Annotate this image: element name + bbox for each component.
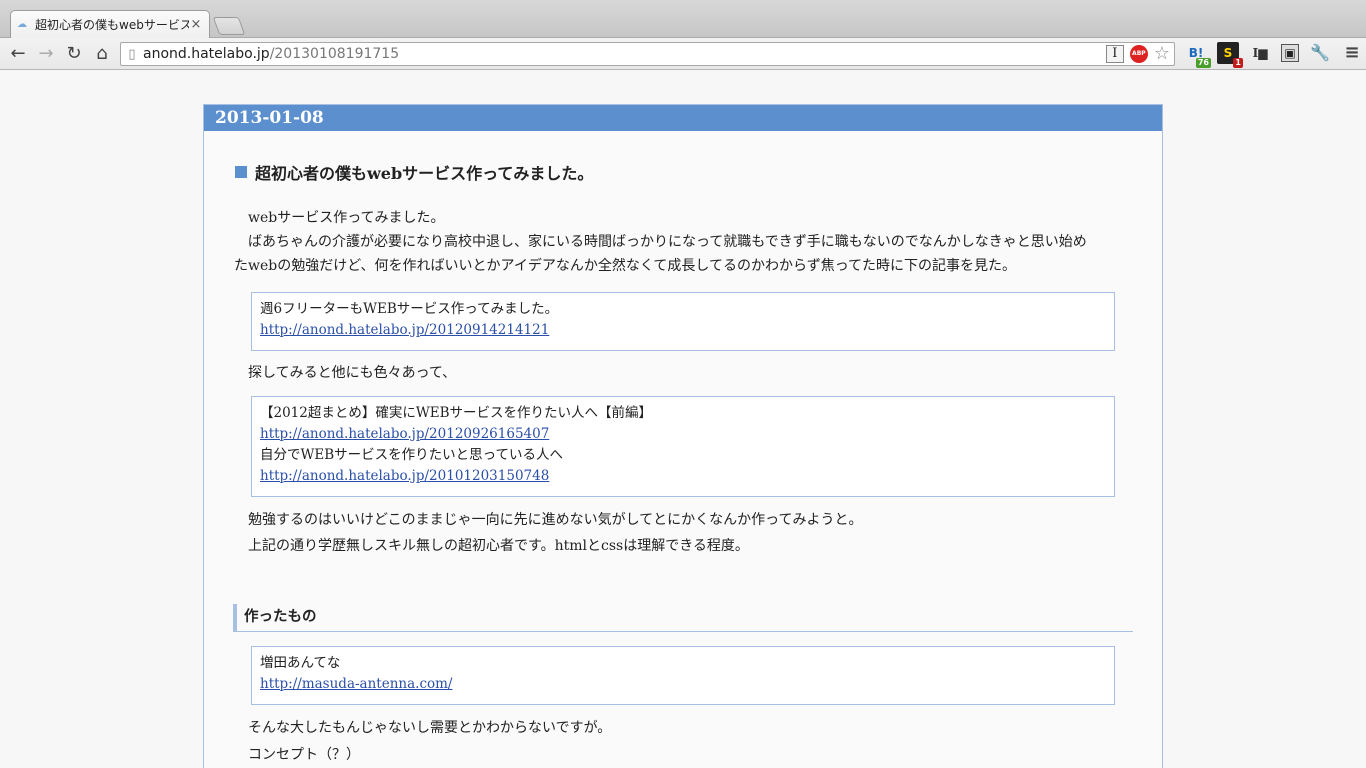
section-heading: 作ったもの bbox=[233, 604, 1133, 632]
browser-tab[interactable]: ☁ 超初心者の僕もwebサービス作 × bbox=[10, 10, 210, 38]
quote-title: 週6フリーターもWEBサービス作ってみました。 bbox=[260, 301, 559, 317]
paragraph-line: 上記の通り学歴無しスキル無しの超初心者です。htmlとcssは理解できる程度。 bbox=[248, 538, 749, 554]
s-extension-count: 1 bbox=[1233, 58, 1243, 68]
s-extension-label: S bbox=[1223, 46, 1233, 60]
quote-box-2: 【2012超まとめ】確実にWEBサービスを作りたい人へ【前編】 http://a… bbox=[251, 396, 1115, 497]
quote-title: 自分でWEBサービスを作りたいと思っている人へ bbox=[260, 447, 563, 463]
reload-icon[interactable]: ↻ bbox=[60, 40, 88, 68]
quote-title: 【2012超まとめ】確実にWEBサービスを作りたい人へ【前編】 bbox=[260, 405, 653, 421]
tab-close-icon[interactable]: × bbox=[189, 17, 203, 32]
wrench-icon[interactable]: 🔧 bbox=[1309, 42, 1331, 64]
hatena-bookmark-icon[interactable]: B! 76 bbox=[1185, 42, 1211, 68]
intro-line: たwebの勉強だけど、何を作ればいいとかアイデアなんか全然なくて成長してるのかわ… bbox=[234, 258, 1017, 274]
intro-line: ばあちゃんの介護が必要になり高校中退し、家にいる時間ばっかりになって就職もできず… bbox=[248, 234, 1087, 250]
tab-title: 超初心者の僕もwebサービス作 bbox=[35, 18, 189, 32]
date-header: 2013-01-08 bbox=[204, 105, 1162, 131]
home-icon[interactable]: ⌂ bbox=[88, 40, 116, 68]
intro-paragraph: webサービス作ってみました。 ばあちゃんの介護が必要になり高校中退し、家にいる… bbox=[234, 206, 1124, 278]
url-host: anond.hatelabo.jp bbox=[143, 46, 270, 62]
middle-paragraph: 探してみると他にも色々あって、 bbox=[248, 365, 457, 381]
hatena-favicon-icon: ☁ bbox=[17, 18, 27, 30]
paragraph-2: 勉強するのはいいけどこのままじゃ一向に先に進めない気がしてとにかくなんか作ってみ… bbox=[234, 507, 1124, 559]
back-icon[interactable]: ← bbox=[4, 40, 32, 68]
instapaper-icon[interactable]: I bbox=[1105, 45, 1124, 63]
entry-title-text: 超初心者の僕もwebサービス作ってみました。 bbox=[255, 164, 594, 183]
quote-link[interactable]: http://anond.hatelabo.jp/20120914214121 bbox=[260, 322, 549, 338]
paragraph-line: 勉強するのはいいけどこのままじゃ一向に先に進めない気がしてとにかくなんか作ってみ… bbox=[248, 512, 863, 528]
tab-strip: ☁ 超初心者の僕もwebサービス作 × bbox=[0, 0, 1366, 38]
bookmark-star-icon[interactable]: ☆ bbox=[1154, 45, 1170, 63]
paragraph-line: コンセプト（？） bbox=[248, 747, 360, 763]
quote-link[interactable]: http://masuda-antenna.com/ bbox=[260, 676, 452, 692]
quote-box-3: 増田あんてな http://masuda-antenna.com/ bbox=[251, 646, 1115, 705]
paragraph-3: そんな大したもんじゃないし需要とかわからないですが。 コンセプト（？） bbox=[234, 715, 1124, 768]
new-tab-button[interactable] bbox=[212, 17, 246, 35]
quote-title: 増田あんてな bbox=[260, 655, 341, 671]
page-viewport: 2013-01-08 超初心者の僕もwebサービス作ってみました。 webサービ… bbox=[0, 71, 1366, 768]
quote-link[interactable]: http://anond.hatelabo.jp/20101203150748 bbox=[260, 468, 549, 484]
quote-box-1: 週6フリーターもWEBサービス作ってみました。 http://anond.hat… bbox=[251, 292, 1115, 351]
browser-toolbar: ← → ↻ ⌂ ▯ anond.hatelabo.jp/201301081917… bbox=[0, 38, 1366, 70]
forward-icon[interactable]: → bbox=[32, 40, 60, 68]
menu-icon[interactable]: ≡ bbox=[1341, 42, 1363, 64]
quote-link[interactable]: http://anond.hatelabo.jp/20120926165407 bbox=[260, 426, 549, 442]
address-bar[interactable]: ▯ anond.hatelabo.jp/20130108191715 I ABP… bbox=[120, 42, 1175, 66]
paragraph-line: そんな大したもんじゃないし需要とかわからないですが。 bbox=[248, 720, 612, 736]
adblock-icon[interactable]: ABP bbox=[1129, 45, 1148, 63]
entry-title[interactable]: 超初心者の僕もwebサービス作ってみました。 bbox=[235, 160, 593, 184]
page-icon: ▯ bbox=[128, 46, 136, 62]
hatena-bookmark-count: 76 bbox=[1195, 58, 1211, 68]
extension-box-icon[interactable]: ▣ bbox=[1281, 44, 1299, 62]
intro-line: webサービス作ってみました。 bbox=[248, 210, 445, 226]
image-extension-icon[interactable]: I▆ bbox=[1249, 42, 1271, 64]
diary-section: 2013-01-08 超初心者の僕もwebサービス作ってみました。 webサービ… bbox=[203, 104, 1163, 768]
s-extension-icon[interactable]: S 1 bbox=[1217, 42, 1243, 68]
title-square-icon bbox=[235, 166, 247, 178]
url-path: /20130108191715 bbox=[269, 46, 400, 62]
